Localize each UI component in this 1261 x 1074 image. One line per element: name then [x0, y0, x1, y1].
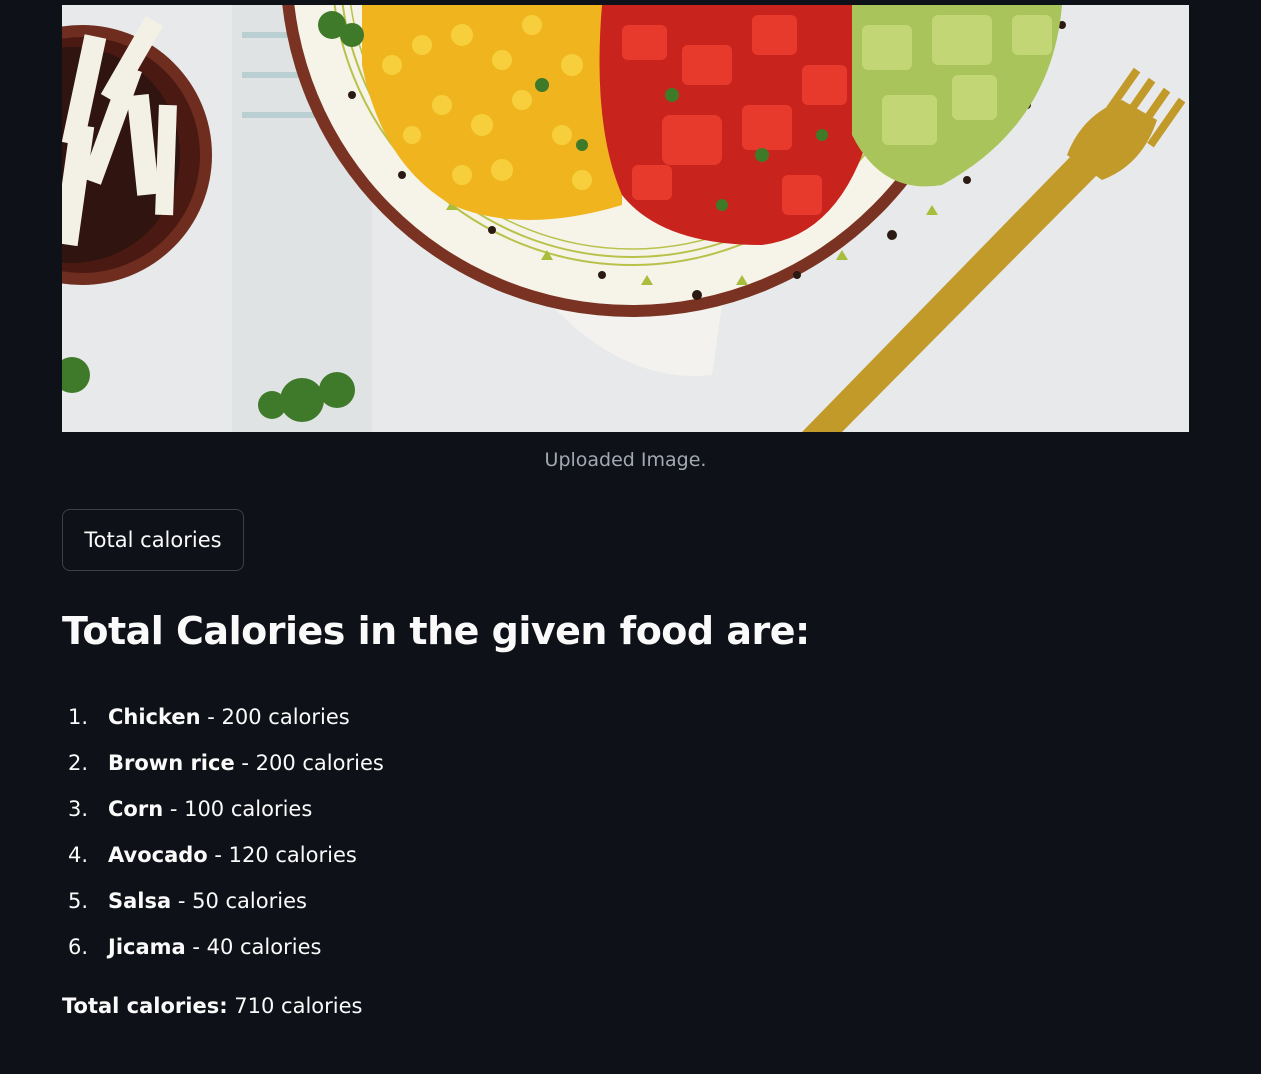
item-number: 6.	[68, 935, 89, 959]
uploaded-image	[62, 5, 1189, 432]
list-item: 4. Avocado - 120 calories	[62, 832, 384, 878]
total-label: Total calories:	[62, 994, 228, 1018]
food-calories: - 50 calories	[171, 889, 307, 913]
food-calories: - 200 calories	[200, 705, 350, 729]
total-calories-summary: Total calories: 710 calories	[62, 994, 362, 1018]
food-photo	[62, 5, 1189, 432]
food-calories: - 40 calories	[185, 935, 322, 959]
food-name: Salsa	[108, 889, 172, 913]
food-name: Avocado	[108, 843, 208, 867]
list-item: 6. Jicama - 40 calories	[62, 924, 384, 970]
list-item: 3. Corn - 100 calories	[62, 786, 384, 832]
food-name: Jicama	[108, 935, 186, 959]
food-calories: - 120 calories	[207, 843, 357, 867]
food-calories: - 100 calories	[163, 797, 313, 821]
item-number: 3.	[68, 797, 89, 821]
list-item: 2. Brown rice - 200 calories	[62, 740, 384, 786]
item-number: 5.	[68, 889, 89, 913]
list-item: 5. Salsa - 50 calories	[62, 878, 384, 924]
result-heading: Total Calories in the given food are:	[62, 609, 810, 653]
food-calories: - 200 calories	[234, 751, 384, 775]
food-name: Corn	[108, 797, 164, 821]
food-list: 1. Chicken - 200 calories 2. Brown rice …	[62, 694, 384, 970]
total-value: 710 calories	[227, 994, 363, 1018]
list-item: 1. Chicken - 200 calories	[62, 694, 384, 740]
total-calories-button[interactable]: Total calories	[62, 509, 244, 571]
food-name: Chicken	[108, 705, 201, 729]
image-caption: Uploaded Image.	[544, 449, 707, 471]
item-number: 4.	[68, 843, 89, 867]
item-number: 1.	[68, 705, 89, 729]
food-name: Brown rice	[108, 751, 235, 775]
item-number: 2.	[68, 751, 89, 775]
